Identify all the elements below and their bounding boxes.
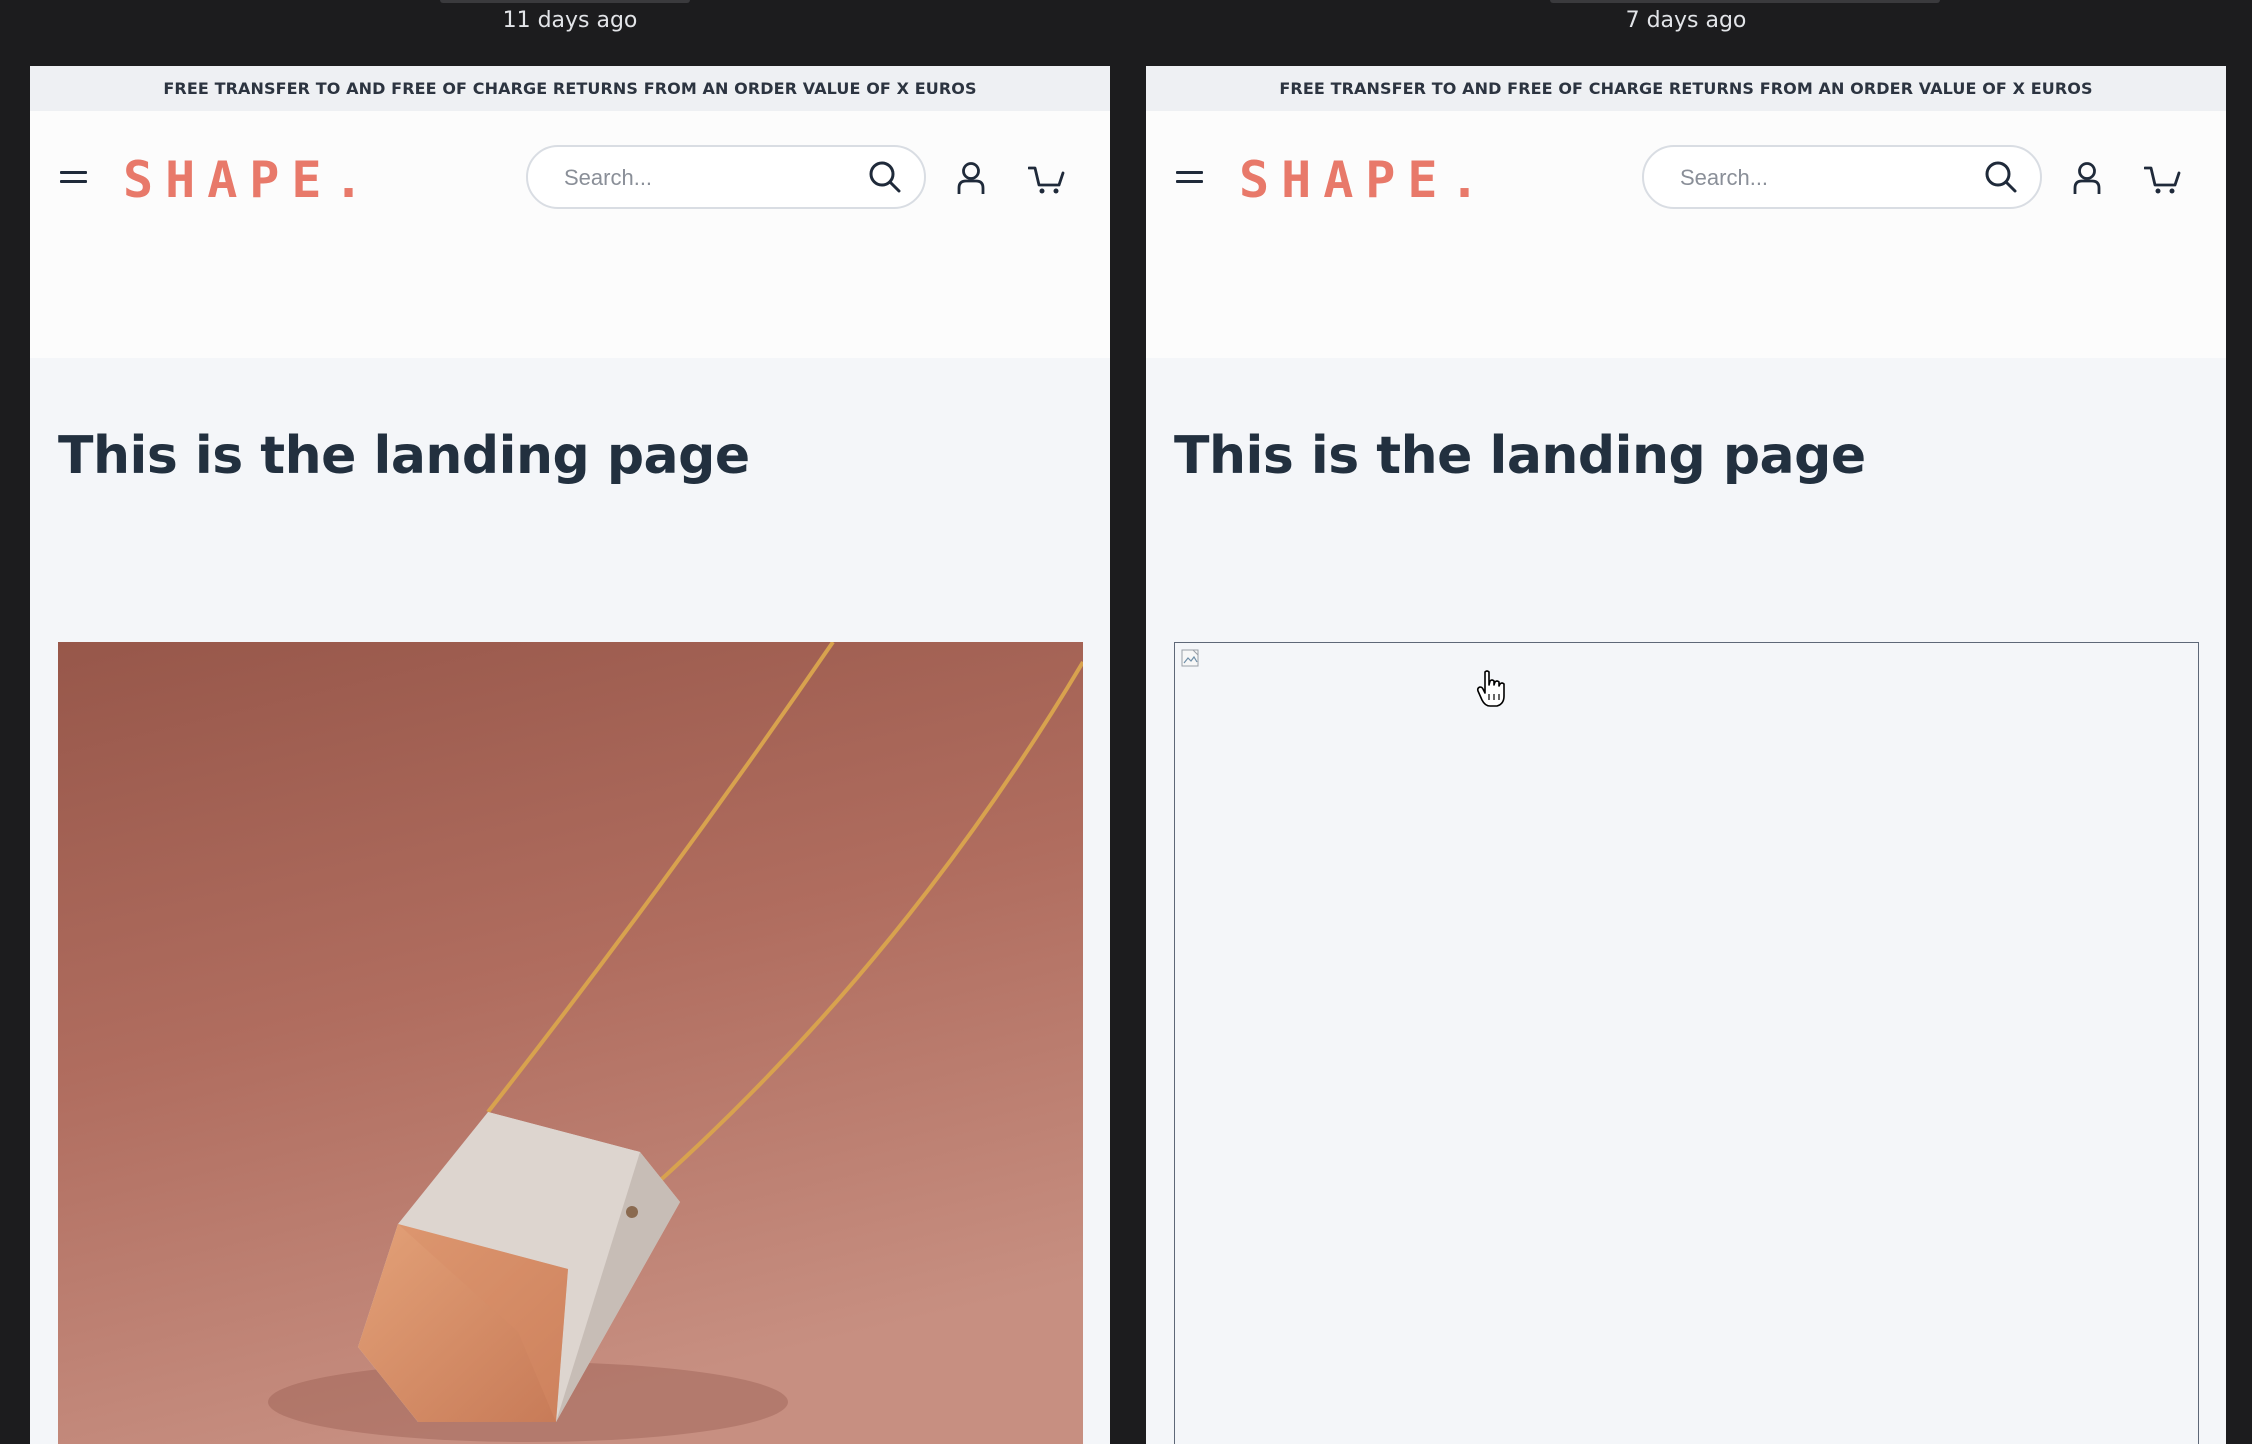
cart-icon[interactable]	[1028, 165, 1066, 195]
version-frame-left: FREE TRANSFER TO AND FREE OF CHARGE RETU…	[30, 66, 1110, 1444]
pendant-necklace-photo	[58, 642, 1083, 1444]
version-timestamp: 11 days ago	[502, 8, 638, 33]
broken-image-icon	[1181, 649, 1199, 667]
page-headline: This is the landing page	[1174, 426, 1866, 486]
search-box	[526, 145, 926, 209]
promo-banner: FREE TRANSFER TO AND FREE OF CHARGE RETU…	[1146, 66, 2226, 111]
hero-image-broken	[1174, 642, 2199, 1444]
hero-image	[58, 642, 1083, 1444]
timeline-marker	[1550, 0, 1940, 3]
menu-icon[interactable]	[60, 167, 87, 187]
site-header: SHAPE.	[30, 111, 1110, 358]
site-logo[interactable]: SHAPE.	[1239, 151, 1492, 209]
search-box	[1642, 145, 2042, 209]
pointer-hand-cursor-icon	[1476, 670, 1505, 707]
version-timestamp: 7 days ago	[1625, 8, 1747, 33]
search-input[interactable]	[1678, 147, 1962, 209]
search-icon[interactable]	[868, 160, 902, 194]
cart-icon[interactable]	[2144, 165, 2182, 195]
menu-icon[interactable]	[1176, 167, 1203, 187]
page-headline: This is the landing page	[58, 426, 750, 486]
site-header: SHAPE.	[1146, 111, 2226, 358]
site-logo[interactable]: SHAPE.	[123, 151, 376, 209]
user-icon[interactable]	[956, 161, 986, 195]
search-input[interactable]	[562, 147, 846, 209]
promo-banner: FREE TRANSFER TO AND FREE OF CHARGE RETU…	[30, 66, 1110, 111]
timeline-marker	[440, 0, 690, 3]
search-icon[interactable]	[1984, 160, 2018, 194]
version-frame-right: FREE TRANSFER TO AND FREE OF CHARGE RETU…	[1146, 66, 2226, 1444]
user-icon[interactable]	[2072, 161, 2102, 195]
